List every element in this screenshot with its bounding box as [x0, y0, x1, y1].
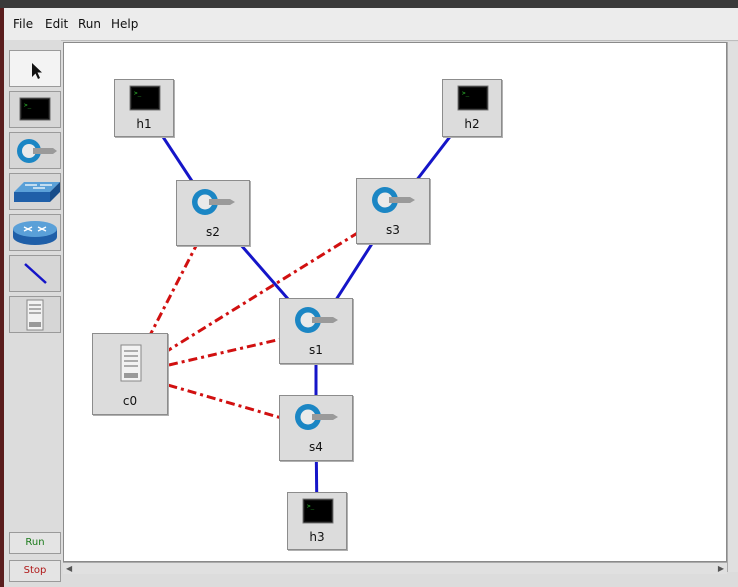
svg-text:>_: >_	[134, 90, 142, 97]
svg-text:>_: >_	[307, 503, 315, 510]
control-link-c0-s3[interactable]	[129, 209, 394, 376]
node-label: h1	[136, 117, 152, 131]
menu-bar: File Edit Run Help	[4, 8, 738, 41]
run-button[interactable]: Run	[9, 532, 61, 554]
legacy-switch-icon	[14, 182, 60, 202]
menu-help[interactable]: Help	[111, 17, 138, 31]
menu-run[interactable]: Run	[78, 17, 101, 31]
node-label: s1	[309, 343, 323, 357]
switch-icon	[192, 189, 235, 215]
node-h3[interactable]: >_ h3	[287, 492, 347, 550]
controller-icon	[120, 344, 142, 382]
terminal-icon: >_	[129, 85, 161, 111]
node-h2[interactable]: >_ h2	[442, 79, 502, 137]
scroll-right-icon[interactable]: ▶	[718, 564, 724, 573]
scroll-left-icon[interactable]: ◀	[66, 564, 72, 573]
link-icon	[24, 263, 47, 284]
tool-link[interactable]	[9, 255, 61, 292]
node-label: s4	[309, 440, 323, 454]
svg-text:>_: >_	[24, 102, 32, 109]
node-label: h3	[309, 530, 325, 544]
terminal-icon: >_	[457, 85, 489, 111]
svg-text:>_: >_	[462, 90, 470, 97]
toolbox: >_ Run Stop	[4, 40, 61, 587]
topology-canvas[interactable]: >_ h1 >_ h2 >_ h3 s2 s3 s1 s4 c0	[63, 42, 727, 562]
node-label: h2	[464, 117, 480, 131]
pointer-icon	[32, 63, 42, 79]
tool-controller[interactable]	[9, 296, 61, 333]
tool-legacy-switch[interactable]	[9, 173, 61, 210]
node-c0[interactable]: c0	[92, 333, 168, 415]
node-s4[interactable]: s4	[279, 395, 353, 461]
tool-legacy-router[interactable]	[9, 214, 61, 251]
tool-select[interactable]	[9, 50, 61, 87]
desktop-top-strip	[0, 0, 738, 8]
node-s3[interactable]: s3	[356, 178, 430, 244]
switch-icon	[295, 404, 338, 430]
tool-switch[interactable]	[9, 132, 61, 169]
tool-host[interactable]: >_	[9, 91, 61, 128]
node-label: s3	[386, 223, 400, 237]
switch-icon	[17, 139, 57, 163]
menu-file[interactable]: File	[13, 17, 33, 31]
router-icon	[13, 221, 57, 245]
menu-edit[interactable]: Edit	[45, 17, 68, 31]
stop-button[interactable]: Stop	[9, 560, 61, 582]
node-h1[interactable]: >_ h1	[114, 79, 174, 137]
node-label: c0	[122, 394, 138, 408]
switch-icon	[372, 187, 415, 213]
vertical-scrollbar[interactable]	[727, 42, 738, 572]
terminal-icon: >_	[19, 97, 51, 121]
node-label: s2	[206, 225, 220, 239]
terminal-icon: >_	[302, 498, 334, 524]
horizontal-scrollbar[interactable]: ◀ ▶	[63, 562, 727, 574]
miniedit-window: File Edit Run Help >_ Run Stop >_ h1 >_ …	[4, 8, 738, 587]
controller-icon	[26, 299, 44, 331]
node-s2[interactable]: s2	[176, 180, 250, 246]
node-s1[interactable]: s1	[279, 298, 353, 364]
switch-icon	[295, 307, 338, 333]
